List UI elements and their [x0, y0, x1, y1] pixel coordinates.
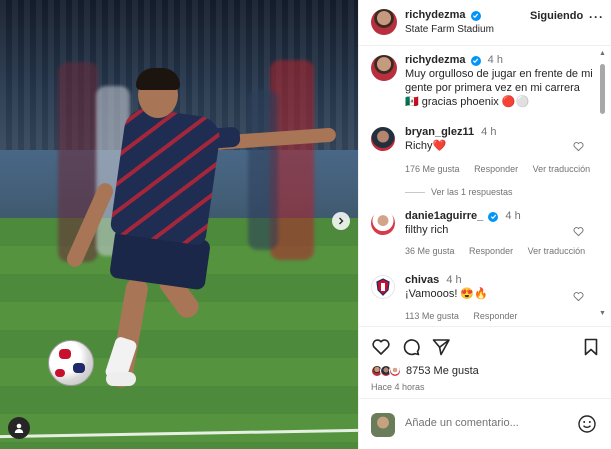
translate-button[interactable]: Ver traducción [528, 246, 586, 256]
reply-button[interactable]: Responder [473, 311, 517, 321]
comment-likes[interactable]: 36 Me gusta [405, 246, 455, 256]
comment: danie1aguirre_ 4 h filthy rich [405, 209, 575, 237]
likes-summary[interactable]: 8753 Me gusta [371, 363, 479, 379]
player-jersey [109, 105, 223, 247]
author-username[interactable]: richydezma [405, 9, 466, 21]
avatar[interactable] [371, 211, 395, 235]
caption-time: 4 h [487, 54, 503, 66]
translate-button[interactable]: Ver traducción [533, 164, 591, 174]
avatar[interactable] [371, 127, 395, 151]
comment-username[interactable]: danie1aguirre_ [405, 210, 483, 222]
chevron-right-icon[interactable] [332, 212, 350, 230]
comment-input[interactable]: Añade un comentario... [405, 417, 519, 429]
reply-button[interactable]: Responder [474, 164, 518, 174]
current-user-avatar [371, 413, 395, 437]
scroll-up-arrow-icon[interactable]: ▲ [599, 50, 606, 57]
comment-text: ¡Vamooos! 😍🔥 [405, 288, 488, 300]
caption-text: Muy orgulloso de jugar en frente de mi g… [405, 68, 593, 108]
emoji-icon[interactable] [577, 414, 597, 434]
post-panel: richydezma State Farm Stadium Siguiendo … [358, 0, 611, 449]
replies-divider [405, 192, 425, 194]
comment-time: 4 h [481, 126, 497, 138]
comment-time: 4 h [446, 274, 462, 286]
post-time-ago: Hace 4 horas [371, 382, 425, 392]
comment-icon[interactable] [401, 337, 421, 357]
post-header: richydezma State Farm Stadium Siguiendo … [359, 0, 611, 46]
comment-username[interactable]: chivas [405, 274, 439, 286]
liker-avatar [389, 365, 401, 377]
comment-likes[interactable]: 113 Me gusta [405, 311, 459, 321]
player-shoe [106, 372, 136, 386]
verified-badge-icon [488, 211, 499, 222]
view-replies[interactable]: Ver las 1 respuestas [405, 187, 525, 197]
player-hair [136, 68, 180, 90]
avatar[interactable] [371, 55, 397, 81]
heart-icon[interactable] [371, 337, 391, 357]
add-comment-bar: Añade un comentario... [359, 398, 611, 449]
tagged-user-icon[interactable] [8, 417, 30, 439]
post-location[interactable]: State Farm Stadium [405, 24, 494, 35]
comment-meta: 113 Me gusta Responder [405, 311, 529, 321]
post-photo[interactable] [0, 0, 358, 449]
comment: chivas 4 h ¡Vamooos! 😍🔥 [405, 273, 575, 301]
avatar[interactable] [371, 9, 397, 35]
comment-text: Richy❤️ [405, 140, 447, 152]
like-comment-icon[interactable] [573, 141, 584, 152]
comment-likes[interactable]: 176 Me gusta [405, 164, 460, 174]
reply-button[interactable]: Responder [469, 246, 513, 256]
chivas-logo-avatar[interactable] [371, 275, 395, 299]
share-icon[interactable] [431, 337, 451, 357]
like-comment-icon[interactable] [573, 291, 584, 302]
background-player [248, 90, 278, 250]
comment-username[interactable]: bryan_glez11 [405, 126, 474, 138]
like-comment-icon[interactable] [573, 226, 584, 237]
bookmark-icon[interactable] [581, 337, 601, 357]
comment-time: 4 h [505, 210, 521, 222]
verified-badge-icon [470, 10, 481, 21]
caption-username[interactable]: richydezma [405, 54, 466, 66]
soccer-ball [48, 340, 94, 386]
likes-count[interactable]: 8753 Me gusta [406, 365, 479, 377]
scroll-down-arrow-icon[interactable]: ▼ [599, 310, 606, 317]
caption: richydezma 4 h Muy orgulloso de jugar en… [405, 53, 595, 109]
scrollbar-thumb[interactable] [600, 64, 605, 114]
comments-list[interactable]: richydezma 4 h Muy orgulloso de jugar en… [359, 47, 611, 325]
post-actions: 8753 Me gusta Hace 4 horas [359, 326, 611, 396]
author-username-link[interactable]: richydezma [405, 9, 481, 21]
more-options-icon[interactable]: ··· [589, 10, 604, 24]
comment-meta: 176 Me gusta Responder Ver traducción [405, 164, 602, 174]
following-button[interactable]: Siguiendo [530, 10, 583, 22]
comment-meta: 36 Me gusta Responder Ver traducción [405, 246, 597, 256]
view-replies-label[interactable]: Ver las 1 respuestas [431, 187, 513, 197]
comment-text: filthy rich [405, 224, 449, 236]
comment: bryan_glez11 4 h Richy❤️ [405, 125, 575, 153]
verified-badge-icon [470, 55, 481, 66]
